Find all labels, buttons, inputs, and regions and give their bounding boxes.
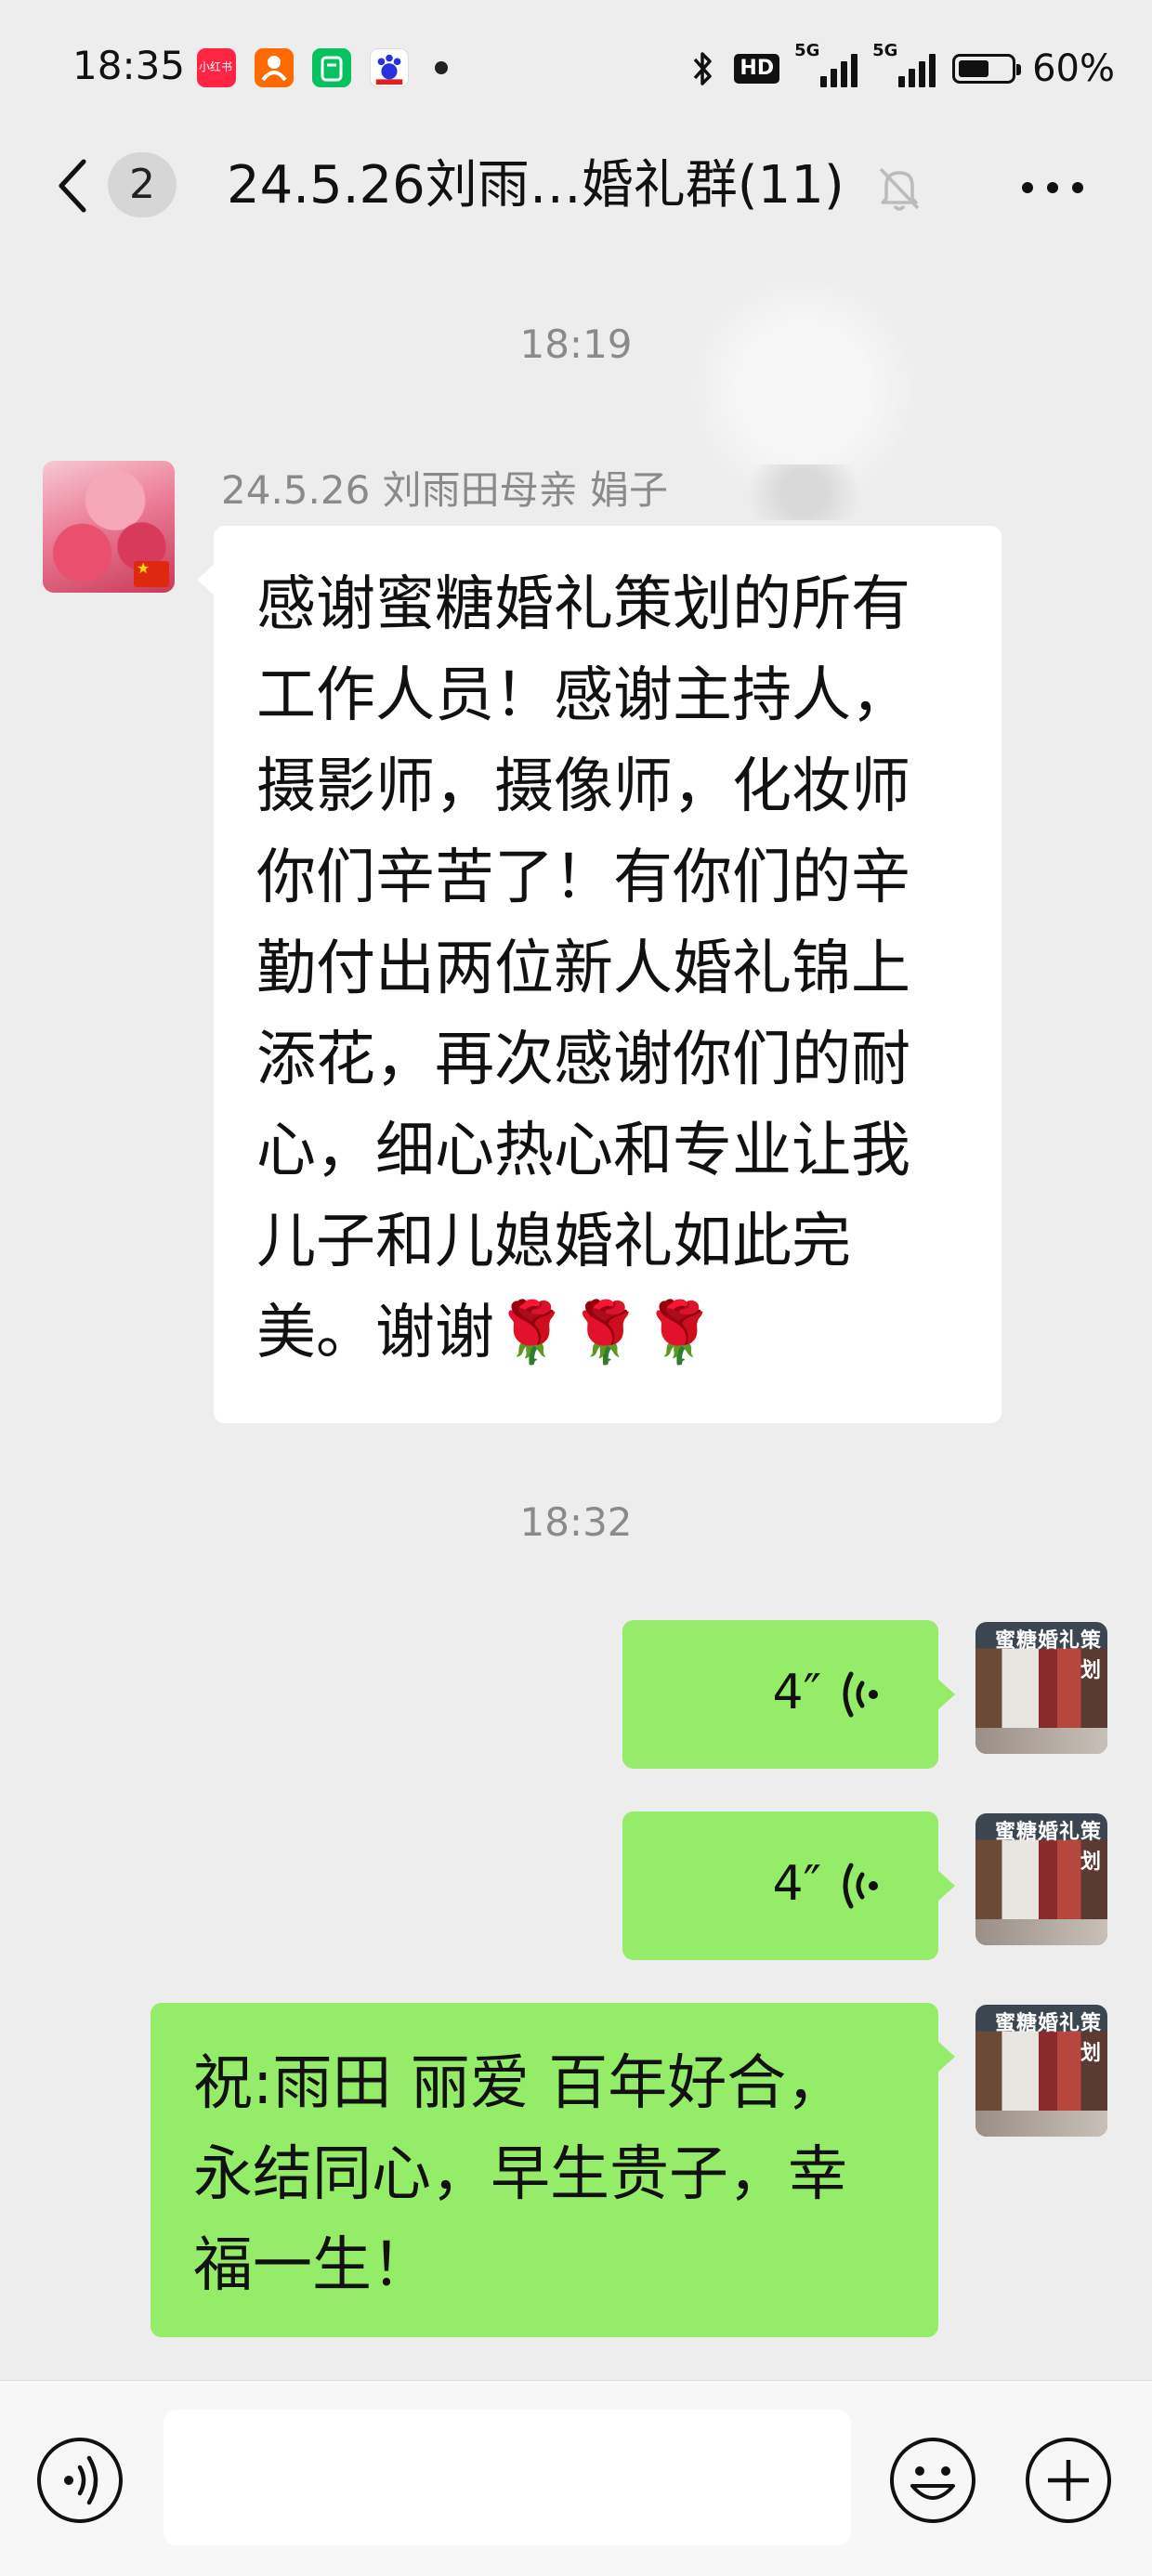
voice-input-toggle-icon[interactable]: [35, 2436, 124, 2525]
timestamp: 18:32: [519, 1499, 633, 1545]
timestamp: 18:19: [519, 321, 633, 367]
store-floor: [975, 1919, 1107, 1945]
battery-fill: [959, 60, 989, 77]
xiaohongshu-label: 小红书: [199, 60, 233, 73]
sender-avatar[interactable]: [43, 461, 175, 593]
bluetooth-icon: [694, 52, 713, 85]
voice-message[interactable]: 4″: [622, 1811, 955, 1960]
message-text: 祝:雨田 丽爱 百年好合，永结同心，早生贵子，幸福一生！: [193, 2049, 847, 2300]
store-floor: [975, 2111, 1107, 2137]
store-sign-text: 蜜糖婚礼策划: [994, 1821, 1102, 1874]
store-sign-text: 蜜糖婚礼策划: [994, 2012, 1102, 2065]
battery-icon: [952, 54, 1022, 84]
message-text: 感谢蜜糖婚礼策划的所有工作人员！感谢主持人，摄影师，摄像师，化妆师你们辛苦了！有…: [256, 570, 910, 1367]
china-flag-icon: [134, 559, 169, 587]
signal-label: 5G: [872, 41, 898, 60]
self-avatar[interactable]: 蜜糖婚礼策划: [975, 1813, 1107, 1945]
message-input[interactable]: [164, 2410, 851, 2545]
store-floor: [975, 1728, 1107, 1754]
bubble-tail: [936, 1869, 955, 1903]
store-sign-text: 蜜糖婚礼策划: [994, 1629, 1102, 1682]
bubble-tail: [936, 2040, 955, 2073]
unread-count-badge[interactable]: 2: [108, 152, 177, 217]
voice-duration: 4″: [772, 1856, 821, 1912]
blurred-name: [734, 464, 873, 520]
mute-bell-icon: [879, 167, 920, 211]
back-arrow-icon[interactable]: [48, 156, 104, 216]
voice-wave-icon: [843, 1863, 878, 1909]
incoming-text-message[interactable]: 感谢蜜糖婚礼策划的所有工作人员！感谢主持人，摄影师，摄像师，化妆师你们辛苦了！有…: [197, 526, 1001, 1423]
more-options-icon[interactable]: [1018, 177, 1087, 199]
signal-5g-icon-1: 5G: [794, 41, 858, 87]
xiaohongshu-app-icon: 小红书: [197, 48, 236, 87]
voice-duration: 4″: [772, 1665, 821, 1720]
emoji-icon[interactable]: [888, 2436, 977, 2525]
signal-5g-icon-2: 5G: [872, 41, 936, 87]
battery-percent: 60%: [1032, 47, 1115, 90]
baidu-app-icon: [370, 48, 409, 87]
status-indicators: HD 5G 5G 60%: [689, 41, 1115, 95]
signal-label: 5G: [794, 41, 820, 60]
self-avatar[interactable]: 蜜糖婚礼策划: [975, 1622, 1107, 1754]
status-time: 18:35: [72, 43, 186, 88]
self-avatar[interactable]: 蜜糖婚礼策划: [975, 2005, 1107, 2137]
taobao-app-icon: [255, 48, 294, 87]
notification-dot-icon: [435, 61, 448, 74]
hd-voice-icon: HD: [734, 54, 780, 84]
sender-name: 24.5.26 刘雨田母亲 娟子: [221, 467, 669, 513]
voice-message[interactable]: 4″: [622, 1620, 955, 1769]
add-more-icon[interactable]: [1024, 2436, 1113, 2525]
chat-title[interactable]: 24.5.26刘雨…婚礼群(11): [227, 150, 844, 221]
bubble-tail: [936, 1678, 955, 1711]
voice-wave-icon: [843, 1671, 878, 1718]
outgoing-text-message[interactable]: 祝:雨田 丽爱 百年好合，永结同心，早生贵子，幸福一生！: [151, 2003, 955, 2337]
bubble-tail: [197, 563, 216, 596]
wechat-mini-app-icon: [312, 48, 351, 87]
